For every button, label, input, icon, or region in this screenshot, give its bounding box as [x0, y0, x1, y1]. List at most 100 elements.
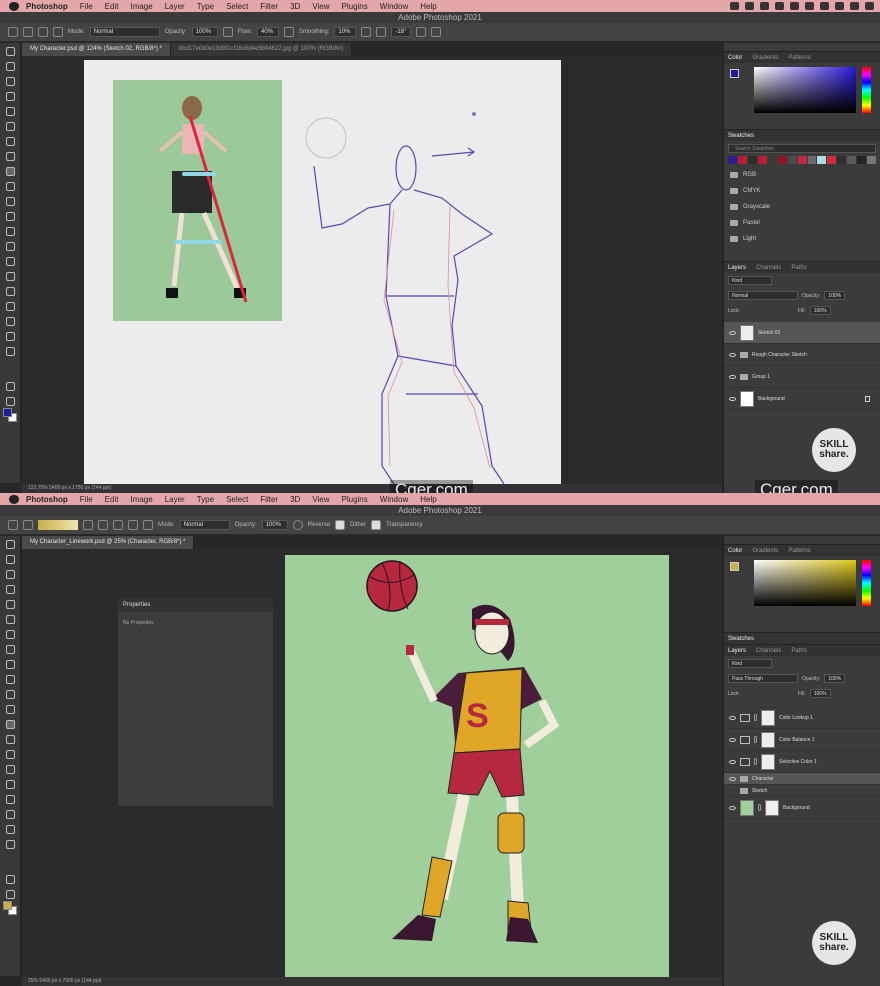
menu-plugins[interactable]: Plugins: [342, 2, 368, 11]
tab-channels[interactable]: Channels: [756, 265, 781, 271]
wifi-icon[interactable]: [805, 2, 814, 10]
menu-file[interactable]: File: [80, 2, 93, 11]
shape-tool-icon[interactable]: [6, 810, 15, 819]
swatch[interactable]: [737, 156, 747, 164]
tab-gradients[interactable]: Gradients: [752, 55, 778, 61]
hue-slider[interactable]: [862, 560, 871, 606]
radial-gradient-icon[interactable]: [98, 520, 108, 530]
foreground-background-swatch[interactable]: [3, 408, 17, 422]
swatch[interactable]: [787, 156, 797, 164]
swatches-search-input[interactable]: Search Swatches: [728, 144, 876, 153]
lasso-tool-icon[interactable]: [6, 77, 15, 86]
layer-kind-filter[interactable]: Kind: [728, 276, 772, 285]
tab-my-character-linework[interactable]: My Character_Linework.psd @ 25% (Charact…: [22, 536, 195, 549]
lasso-tool-icon[interactable]: [6, 570, 15, 579]
visibility-eye-icon[interactable]: [729, 737, 736, 742]
path-select-tool-icon[interactable]: [6, 795, 15, 804]
reflected-gradient-icon[interactable]: [128, 520, 138, 530]
menu-layer[interactable]: Layer: [165, 2, 185, 11]
menu-plugins[interactable]: Plugins: [342, 495, 368, 504]
brush-tool-icon[interactable]: [6, 167, 15, 176]
eyedropper-tool-icon[interactable]: [6, 137, 15, 146]
hand-tool-icon[interactable]: [6, 332, 15, 341]
visibility-eye-icon[interactable]: [729, 352, 736, 357]
layer-row[interactable]: Sketch 02: [724, 322, 880, 344]
canvas-area[interactable]: [22, 56, 722, 485]
foreground-background-swatch[interactable]: [3, 901, 17, 915]
smoothing-settings-icon[interactable]: [361, 27, 372, 37]
swatch[interactable]: [837, 156, 847, 164]
eraser-tool-icon[interactable]: [6, 212, 15, 221]
mode-select[interactable]: Normal: [179, 520, 230, 530]
airbrush-icon[interactable]: [284, 27, 295, 37]
color-picker[interactable]: [730, 560, 874, 618]
swatch-folder[interactable]: Grayscale: [724, 199, 880, 215]
menu-app-name[interactable]: Photoshop: [26, 2, 68, 11]
bluetooth-icon[interactable]: [775, 2, 784, 10]
mode-select[interactable]: Normal: [89, 27, 160, 37]
swatch[interactable]: [867, 156, 877, 164]
home-icon[interactable]: [8, 520, 18, 530]
pen-tool-icon[interactable]: [6, 272, 15, 281]
frame-tool-icon[interactable]: [6, 122, 15, 131]
brush-tool-icon[interactable]: [6, 660, 15, 669]
layer-group-row[interactable]: Character: [724, 773, 880, 785]
screen-mode-icon[interactable]: [6, 397, 15, 406]
angle-field[interactable]: -18°: [391, 27, 412, 37]
healing-tool-icon[interactable]: [6, 152, 15, 161]
history-brush-icon[interactable]: [6, 690, 15, 699]
tab-reference-jpg[interactable]: bbd17e0d0e13d9f1cf16c6d4e5b94622.jpg @ 1…: [170, 43, 353, 56]
healing-tool-icon[interactable]: [6, 645, 15, 654]
visibility-eye-icon[interactable]: [729, 776, 736, 781]
gradient-tool-icon[interactable]: [6, 227, 15, 236]
visibility-eye-icon[interactable]: [729, 759, 736, 764]
color-picker[interactable]: [730, 67, 874, 125]
angle-gradient-icon[interactable]: [113, 520, 123, 530]
stamp-tool-icon[interactable]: [6, 675, 15, 684]
gradient-tool-icon[interactable]: [23, 520, 33, 530]
pressure-opacity-icon[interactable]: [222, 27, 233, 37]
crop-tool-icon[interactable]: [6, 107, 15, 116]
menu-3d[interactable]: 3D: [290, 2, 300, 11]
swatch[interactable]: [827, 156, 837, 164]
opacity-field[interactable]: 100%: [191, 27, 218, 37]
brush-preset-icon[interactable]: [38, 27, 48, 37]
document-canvas[interactable]: [22, 56, 722, 485]
quick-mask-icon[interactable]: [6, 382, 15, 391]
history-brush-icon[interactable]: [6, 197, 15, 206]
tab-swatches[interactable]: Swatches: [728, 636, 754, 642]
blur-tool-icon[interactable]: [6, 735, 15, 744]
menu-view[interactable]: View: [312, 2, 329, 11]
menu-type[interactable]: Type: [197, 495, 214, 504]
stamp-tool-icon[interactable]: [6, 182, 15, 191]
tab-my-character[interactable]: My Character.psd @ 124% (Sketch 02, RGB/…: [22, 43, 171, 56]
swatch[interactable]: [797, 156, 807, 164]
menu-file[interactable]: File: [80, 495, 93, 504]
layer-row[interactable]: Color Balance 1: [724, 729, 880, 751]
visibility-eye-icon[interactable]: [729, 715, 736, 720]
control-center-icon[interactable]: [865, 2, 874, 10]
menu-select[interactable]: Select: [226, 2, 248, 11]
swatch[interactable]: [747, 156, 757, 164]
menu-help[interactable]: Help: [420, 2, 436, 11]
foreground-color[interactable]: [730, 562, 739, 571]
linear-gradient-icon[interactable]: [83, 520, 93, 530]
volume-icon[interactable]: [790, 2, 799, 10]
menu-select[interactable]: Select: [226, 495, 248, 504]
frame-tool-icon[interactable]: [6, 615, 15, 624]
menu-layer[interactable]: Layer: [165, 495, 185, 504]
layer-fill-field[interactable]: 100%: [809, 689, 831, 698]
layer-kind-filter[interactable]: Kind: [728, 659, 772, 668]
layer-opacity-field[interactable]: 100%: [824, 674, 846, 683]
tab-paths[interactable]: Paths: [791, 265, 806, 271]
properties-title[interactable]: Properties: [118, 598, 273, 612]
opacity-field[interactable]: 100%: [261, 520, 288, 530]
angle-icon[interactable]: [376, 27, 387, 37]
dodge-tool-icon[interactable]: [6, 750, 15, 759]
swatch-folder[interactable]: Light: [724, 231, 880, 247]
swatch[interactable]: [757, 156, 767, 164]
menu-window[interactable]: Window: [380, 495, 408, 504]
marquee-tool-icon[interactable]: [6, 555, 15, 564]
tab-color[interactable]: Color: [728, 55, 742, 61]
mail-icon[interactable]: [760, 2, 769, 10]
